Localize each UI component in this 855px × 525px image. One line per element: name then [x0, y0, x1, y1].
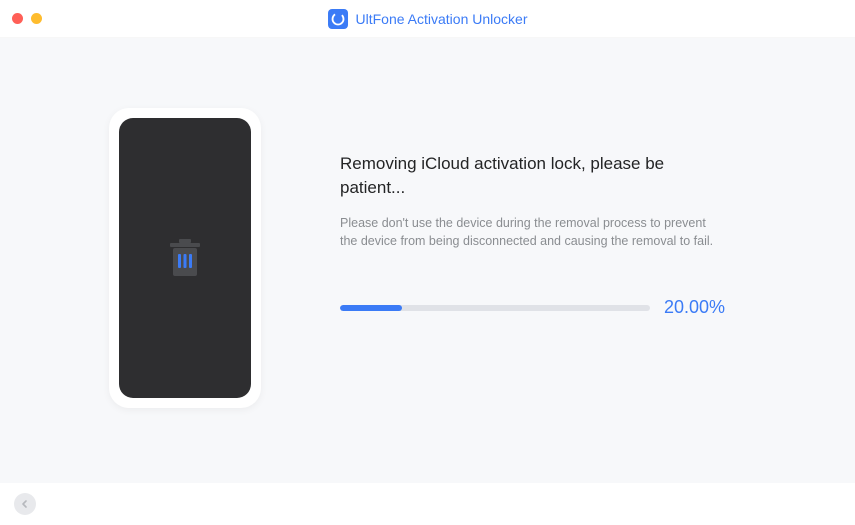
minimize-button[interactable] — [31, 13, 42, 24]
back-button[interactable] — [14, 493, 36, 515]
progress-fill — [340, 305, 402, 311]
phone-illustration — [109, 108, 261, 408]
phone-screen — [119, 118, 251, 398]
device-column — [0, 108, 340, 408]
main-content: Removing iCloud activation lock, please … — [0, 38, 855, 483]
app-title: UltFone Activation Unlocker — [356, 11, 528, 27]
arrow-left-icon — [20, 499, 30, 509]
progress-container: 20.00% — [340, 297, 775, 318]
status-heading: Removing iCloud activation lock, please … — [340, 152, 710, 200]
status-subtext: Please don't use the device during the r… — [340, 214, 720, 252]
footer — [0, 483, 855, 525]
window-controls — [0, 13, 42, 24]
progress-percent-label: 20.00% — [664, 297, 725, 318]
app-window: UltFone Activation Unlocker Removi — [0, 0, 855, 525]
status-column: Removing iCloud activation lock, please … — [340, 108, 855, 318]
progress-bar — [340, 305, 650, 311]
titlebar: UltFone Activation Unlocker — [0, 0, 855, 38]
app-logo-icon — [328, 9, 348, 29]
trash-icon — [165, 236, 205, 280]
close-button[interactable] — [12, 13, 23, 24]
title-container: UltFone Activation Unlocker — [328, 9, 528, 29]
